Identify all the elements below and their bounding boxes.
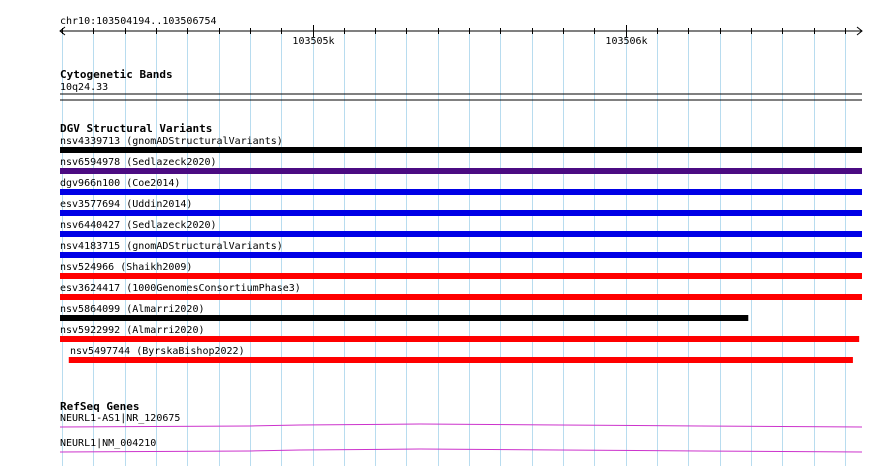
variant-bar[interactable] xyxy=(60,168,862,174)
dgv-structural-variants-track[interactable]: DGV Structural Variants nsv4339713 (gnom… xyxy=(60,122,862,363)
dgv-features: nsv4339713 (gnomADStructuralVariants) nsv… xyxy=(60,136,862,363)
variant-label: esv3577694 (Uddin2014) xyxy=(60,199,192,210)
refseq-track-title: RefSeq Genes xyxy=(60,400,139,413)
coordinate-ruler[interactable]: chr10:103504194..103506754 103505k 103506… xyxy=(59,16,863,47)
variant-bar[interactable] xyxy=(60,147,862,153)
variant-bar[interactable] xyxy=(60,189,862,195)
variant-bar[interactable] xyxy=(60,294,862,300)
dgv-track-title: DGV Structural Variants xyxy=(60,122,212,135)
variant-bar[interactable] xyxy=(60,315,749,321)
gene-label: NEURL1|NM_004210 xyxy=(60,438,156,449)
gene-feature[interactable] xyxy=(59,423,863,428)
genome-browser-view: chr10:103504194..103506754 103505k 103506… xyxy=(0,0,890,466)
variant-label: nsv5864099 (Almarri2020) xyxy=(60,304,205,315)
gene-label: NEURL1-AS1|NR_120675 xyxy=(60,413,180,424)
region-label: chr10:103504194..103506754 xyxy=(60,16,217,27)
variant-bar[interactable] xyxy=(60,231,862,237)
cytogenetic-bands-track[interactable]: Cytogenetic Bands 10q24.33 xyxy=(60,68,862,101)
gene-feature[interactable] xyxy=(59,448,863,453)
variant-label: nsv5922992 (Almarri2020) xyxy=(60,325,205,336)
major-tick-label: 103505k xyxy=(292,36,334,47)
variant-bar[interactable] xyxy=(60,336,860,342)
variant-label: nsv4183715 (gnomADStructuralVariants) xyxy=(60,241,283,252)
variant-label: nsv6440427 (Sedlazeck2020) xyxy=(60,220,217,231)
variant-bar[interactable] xyxy=(60,210,862,216)
cytoband-label: 10q24.33 xyxy=(60,82,108,93)
variant-label: nsv4339713 (gnomADStructuralVariants) xyxy=(60,136,283,147)
variant-bar[interactable] xyxy=(68,357,853,363)
track-panel[interactable]: chr10:103504194..103506754 103505k 103506… xyxy=(0,0,890,466)
variant-label: nsv524966 (Shaikh2009) xyxy=(60,262,192,273)
refseq-genes-track[interactable]: RefSeq Genes NEURL1-AS1|NR_120675 NEURL1|… xyxy=(59,400,863,453)
refseq-features: NEURL1-AS1|NR_120675 NEURL1|NM_004210 xyxy=(59,413,863,453)
variant-label: dgv966n100 (Coe2014) xyxy=(60,178,180,189)
variant-label: esv3624417 (1000GenomesConsortiumPhase3) xyxy=(60,283,301,294)
ruler-ticks: 103505k 103506k xyxy=(62,25,846,47)
major-tick-label: 103506k xyxy=(605,36,647,47)
variant-label: nsv5497744 (ByrskaBishop2022) xyxy=(70,346,245,357)
cytogenetic-bands-title: Cytogenetic Bands xyxy=(60,68,173,81)
variant-bar[interactable] xyxy=(60,252,862,258)
variant-bar[interactable] xyxy=(60,273,862,279)
variant-label: nsv6594978 (Sedlazeck2020) xyxy=(60,157,217,168)
